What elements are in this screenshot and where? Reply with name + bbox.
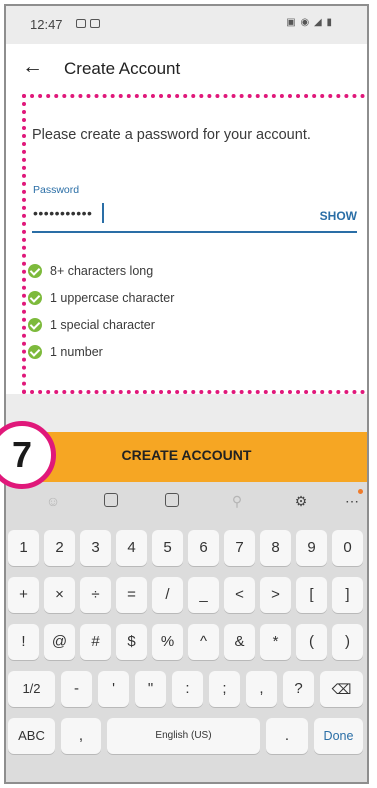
microphone-icon[interactable]: ⚲ bbox=[227, 491, 247, 511]
key[interactable]: 5 bbox=[152, 530, 183, 566]
symbols-page-key[interactable]: 1/2 bbox=[8, 671, 55, 707]
key[interactable]: ^ bbox=[188, 624, 219, 660]
status-bar: 12:47 ▣ ◉ ◢ ▮ bbox=[6, 6, 367, 44]
key[interactable]: & bbox=[224, 624, 255, 660]
key[interactable]: 4 bbox=[116, 530, 147, 566]
notification-dot-icon bbox=[358, 489, 363, 494]
text-cursor bbox=[102, 203, 104, 223]
key[interactable]: 9 bbox=[296, 530, 327, 566]
emoji-icon[interactable]: ☺ bbox=[43, 491, 63, 511]
key[interactable]: 1 bbox=[8, 530, 39, 566]
show-password-button[interactable]: SHOW bbox=[320, 209, 357, 223]
background-area bbox=[6, 394, 367, 432]
key[interactable]: _ bbox=[188, 577, 219, 613]
keyboard: ☺ ⚲ ⚙ ⋯ 1 2 3 4 5 6 7 8 9 0 + × ÷ = / _ … bbox=[6, 482, 367, 782]
gif-icon[interactable] bbox=[165, 493, 179, 507]
phone-screen: 12:47 ▣ ◉ ◢ ▮ ← Create Account Please cr… bbox=[4, 4, 369, 784]
key[interactable]: [ bbox=[296, 577, 327, 613]
password-underline bbox=[32, 231, 357, 233]
settings-gear-icon[interactable]: ⚙ bbox=[291, 491, 311, 511]
key[interactable]: < bbox=[224, 577, 255, 613]
requirement-item: 1 uppercase character bbox=[28, 288, 174, 308]
comma-key[interactable]: , bbox=[61, 718, 101, 754]
page-title: Create Account bbox=[64, 59, 181, 78]
check-circle-icon bbox=[28, 318, 42, 332]
notification-icon bbox=[76, 19, 86, 28]
status-time: 12:47 bbox=[30, 17, 63, 32]
backspace-icon: ⌫ bbox=[331, 681, 352, 697]
requirement-item: 1 number bbox=[28, 342, 103, 362]
create-account-button[interactable]: CREATE ACCOUNT bbox=[6, 432, 367, 482]
create-account-label: CREATE ACCOUNT bbox=[121, 447, 252, 463]
key[interactable]: ! bbox=[8, 624, 39, 660]
key[interactable]: ÷ bbox=[80, 577, 111, 613]
step-number: 7 bbox=[11, 434, 33, 475]
key[interactable]: / bbox=[152, 577, 183, 613]
key[interactable]: ; bbox=[209, 671, 240, 707]
key[interactable]: - bbox=[61, 671, 92, 707]
signal-battery-icons: ▣ ◉ ◢ ▮ bbox=[286, 17, 333, 28]
check-circle-icon bbox=[28, 264, 42, 278]
key[interactable]: # bbox=[80, 624, 111, 660]
key[interactable]: " bbox=[135, 671, 166, 707]
key[interactable]: ' bbox=[98, 671, 129, 707]
key[interactable]: 3 bbox=[80, 530, 111, 566]
key[interactable]: , bbox=[246, 671, 277, 707]
app-bar: ← Create Account bbox=[6, 46, 367, 90]
more-options-icon[interactable]: ⋯ bbox=[342, 491, 362, 511]
key[interactable]: = bbox=[116, 577, 147, 613]
key[interactable]: + bbox=[8, 577, 39, 613]
key[interactable]: 2 bbox=[44, 530, 75, 566]
instruction-text: Please create a password for your accoun… bbox=[32, 127, 311, 143]
requirement-item: 8+ characters long bbox=[28, 261, 153, 281]
key[interactable]: × bbox=[44, 577, 75, 613]
key[interactable]: ? bbox=[283, 671, 314, 707]
key[interactable]: > bbox=[260, 577, 291, 613]
backspace-key[interactable]: ⌫ bbox=[320, 671, 363, 707]
back-arrow-icon[interactable]: ← bbox=[22, 54, 48, 80]
key[interactable]: 7 bbox=[224, 530, 255, 566]
key[interactable]: * bbox=[260, 624, 291, 660]
sticker-icon[interactable] bbox=[104, 493, 118, 507]
check-circle-icon bbox=[28, 345, 42, 359]
image-icon bbox=[90, 19, 100, 28]
password-label: Password bbox=[33, 184, 80, 196]
key[interactable]: @ bbox=[44, 624, 75, 660]
key[interactable]: 6 bbox=[188, 530, 219, 566]
requirement-item: 1 special character bbox=[28, 315, 155, 335]
keyboard-toolbar: ☺ ⚲ ⚙ ⋯ bbox=[6, 482, 367, 520]
password-input[interactable]: ••••••••••• bbox=[33, 205, 92, 221]
period-key[interactable]: . bbox=[266, 718, 308, 754]
key[interactable]: 0 bbox=[332, 530, 363, 566]
key[interactable]: ( bbox=[296, 624, 327, 660]
key[interactable]: $ bbox=[116, 624, 147, 660]
space-key[interactable]: English (US) bbox=[107, 718, 260, 754]
key[interactable]: % bbox=[152, 624, 183, 660]
key[interactable]: ) bbox=[332, 624, 363, 660]
done-key[interactable]: Done bbox=[314, 718, 363, 754]
check-circle-icon bbox=[28, 291, 42, 305]
key[interactable]: ] bbox=[332, 577, 363, 613]
key[interactable]: : bbox=[172, 671, 203, 707]
abc-key[interactable]: ABC bbox=[8, 718, 55, 754]
key[interactable]: 8 bbox=[260, 530, 291, 566]
